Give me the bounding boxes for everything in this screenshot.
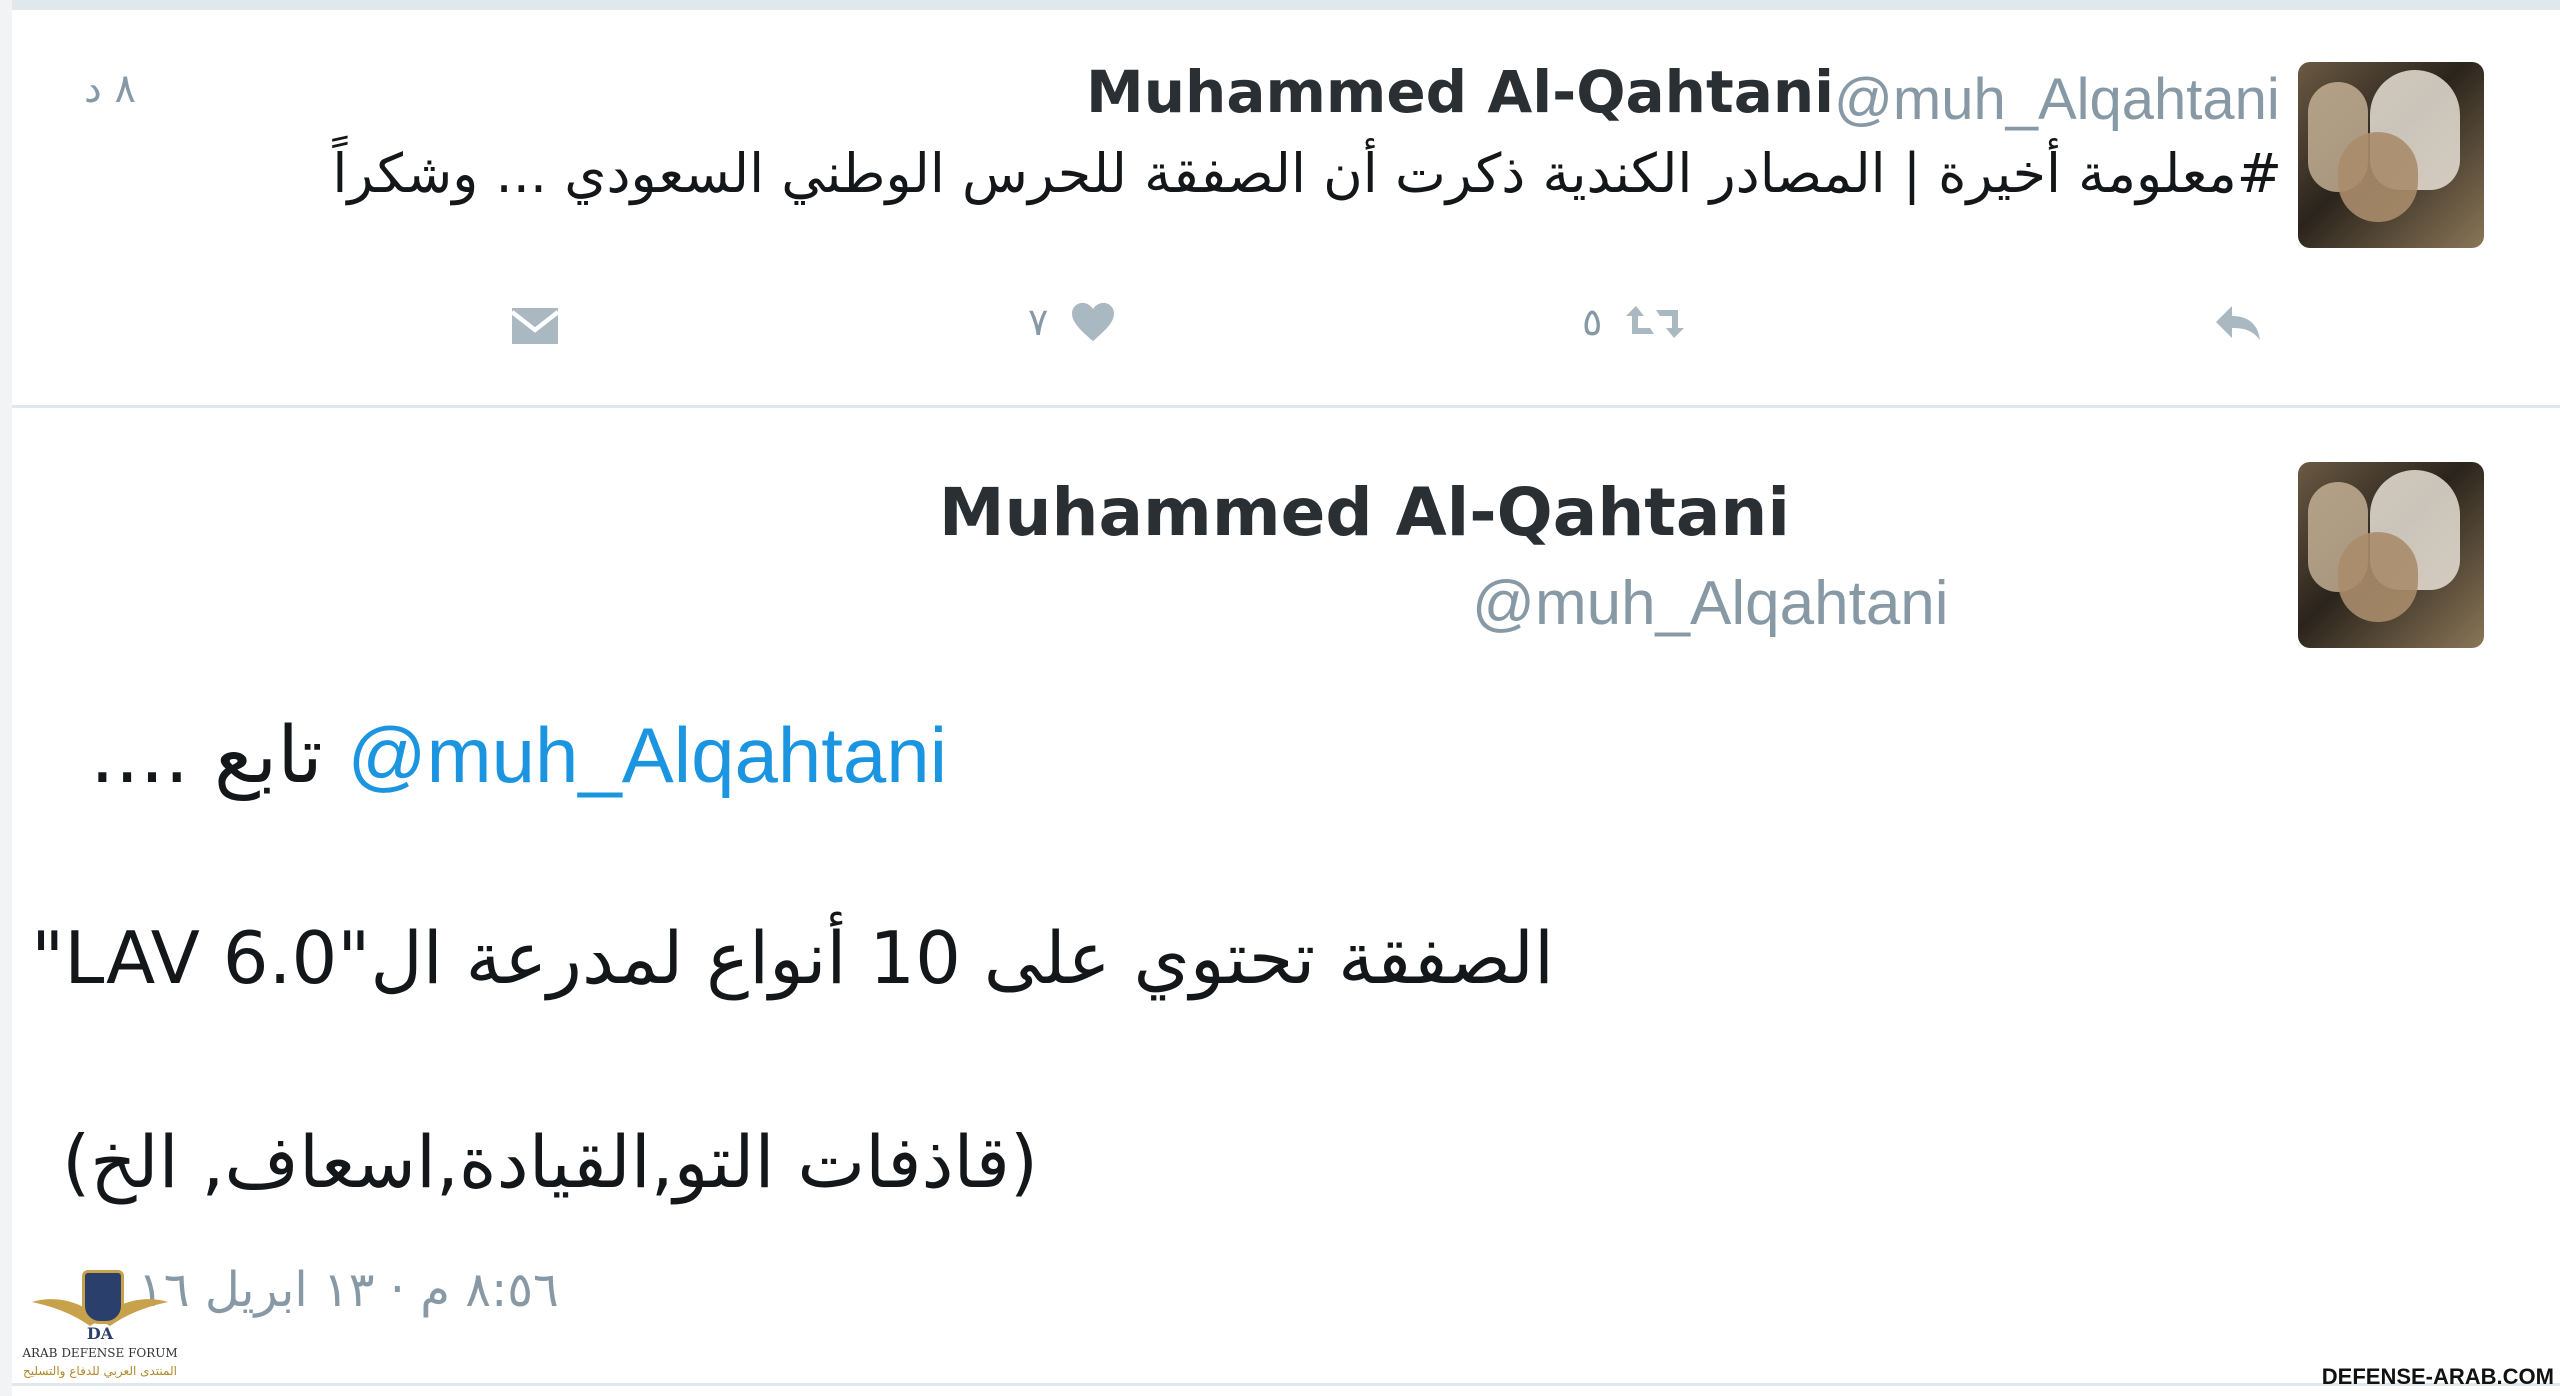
retweet-button[interactable]: ٥	[1582, 300, 1686, 344]
reply-button[interactable]	[2212, 302, 2264, 342]
tweet-author-handle[interactable]: @muh_Alqahtani	[1472, 568, 1949, 639]
tweet-line-3: (قاذفات التو,القيادة,اسعاف, الخ)	[62, 1120, 1038, 1204]
like-button[interactable]: ٧	[1028, 300, 1116, 344]
tweet-full-timestamp[interactable]: ٨:٥٦ م · ١٣ ابريل ١٦	[138, 1262, 559, 1318]
site-watermark: DEFENSE-ARAB.COM	[2321, 1364, 2554, 1389]
direct-message-button[interactable]	[510, 306, 560, 346]
tweet-card-2[interactable]: Muhammed Al-Qahtani @muh_Alqahtani تابع …	[12, 408, 2560, 1386]
shield-icon	[82, 1270, 124, 1324]
tweet-author-handle[interactable]: @muh_Alqahtani	[1834, 66, 2280, 133]
heart-icon	[1072, 302, 1115, 342]
retweet-icon	[1626, 306, 1685, 338]
tweet-line-2: الصفقة تحتوي على 10 أنواع لمدرعة ال"LAV …	[31, 916, 1554, 1000]
tweet-line-1: تابع .... @muh_Alqahtani	[90, 710, 947, 801]
tweet-text: #معلومة أخيرة | المصادر الكندية ذكرت أن …	[332, 142, 2282, 205]
mention-link[interactable]: @muh_Alqahtani	[347, 711, 947, 799]
tweet-author-name[interactable]: Muhammed Al-Qahtani	[939, 474, 1790, 551]
top-border	[0, 0, 2560, 10]
reply-icon	[2216, 306, 2260, 340]
tweet-author-name[interactable]: Muhammed Al-Qahtani	[1086, 58, 1834, 126]
logo-text-en: ARAB DEFENSE FORUM	[22, 1346, 178, 1360]
avatar[interactable]	[2298, 462, 2484, 648]
tweet-card-1[interactable]: Muhammed Al-Qahtani @muh_Alqahtani ٨ د #…	[12, 10, 2560, 408]
like-count: ٧	[1028, 300, 1049, 344]
retweet-count: ٥	[1582, 300, 1603, 344]
tweet-continue-text: تابع ....	[90, 711, 323, 801]
logo-text-ar: المنتدى العربي للدفاع والتسليح	[23, 1364, 177, 1378]
envelope-icon	[510, 308, 560, 344]
logo-badge: DA	[86, 1324, 114, 1343]
left-border	[0, 0, 12, 1396]
tweet-timestamp[interactable]: ٨ د	[84, 66, 136, 112]
avatar[interactable]	[2298, 62, 2484, 248]
forum-logo: DA ARAB DEFENSE FORUM المنتدى العربي للد…	[20, 1262, 180, 1392]
